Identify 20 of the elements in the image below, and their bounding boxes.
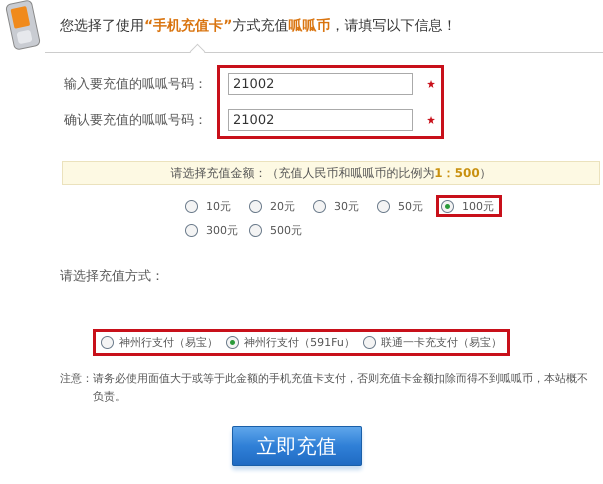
amount-option[interactable]: 20元 — [244, 195, 308, 217]
payment-option[interactable]: 神州行支付（易宝） — [101, 335, 218, 350]
submit-button[interactable]: 立即充值 — [232, 426, 362, 466]
instruction-text: 您选择了使用“手机充值卡”方式充值呱呱币，请填写以下信息！ — [60, 17, 456, 35]
input-field[interactable]: 21002 — [228, 109, 414, 131]
amount-option[interactable]: 100元 — [436, 195, 502, 217]
method-label: 请选择充值方式： — [60, 268, 165, 285]
field-label: 确认要充值的呱呱号码： — [64, 112, 207, 129]
payment-option[interactable]: 神州行支付（591Fu） — [226, 335, 355, 350]
field-label: 输入要充值的呱呱号码： — [64, 76, 207, 93]
amount-prompt: 请选择充值金额：（充值人民币和呱呱币的比例为1：500） — [62, 161, 600, 185]
note-text: 请务必使用面值大于或等于此金额的手机充值卡支付，否则充值卡金额扣除而得不到呱呱币，本站概不负责。 — [93, 371, 589, 405]
amount-option[interactable]: 500元 — [244, 219, 308, 241]
amount-option[interactable]: 300元 — [180, 219, 244, 241]
amount-option[interactable]: 30元 — [308, 195, 372, 217]
amount-option[interactable]: 10元 — [180, 195, 244, 217]
payment-option[interactable]: 联通一卡充支付（易宝） — [362, 335, 502, 350]
input-field[interactable]: 21002 — [228, 73, 414, 95]
note-label: 注意： — [60, 371, 93, 387]
amount-option[interactable]: 50元 — [372, 195, 436, 217]
